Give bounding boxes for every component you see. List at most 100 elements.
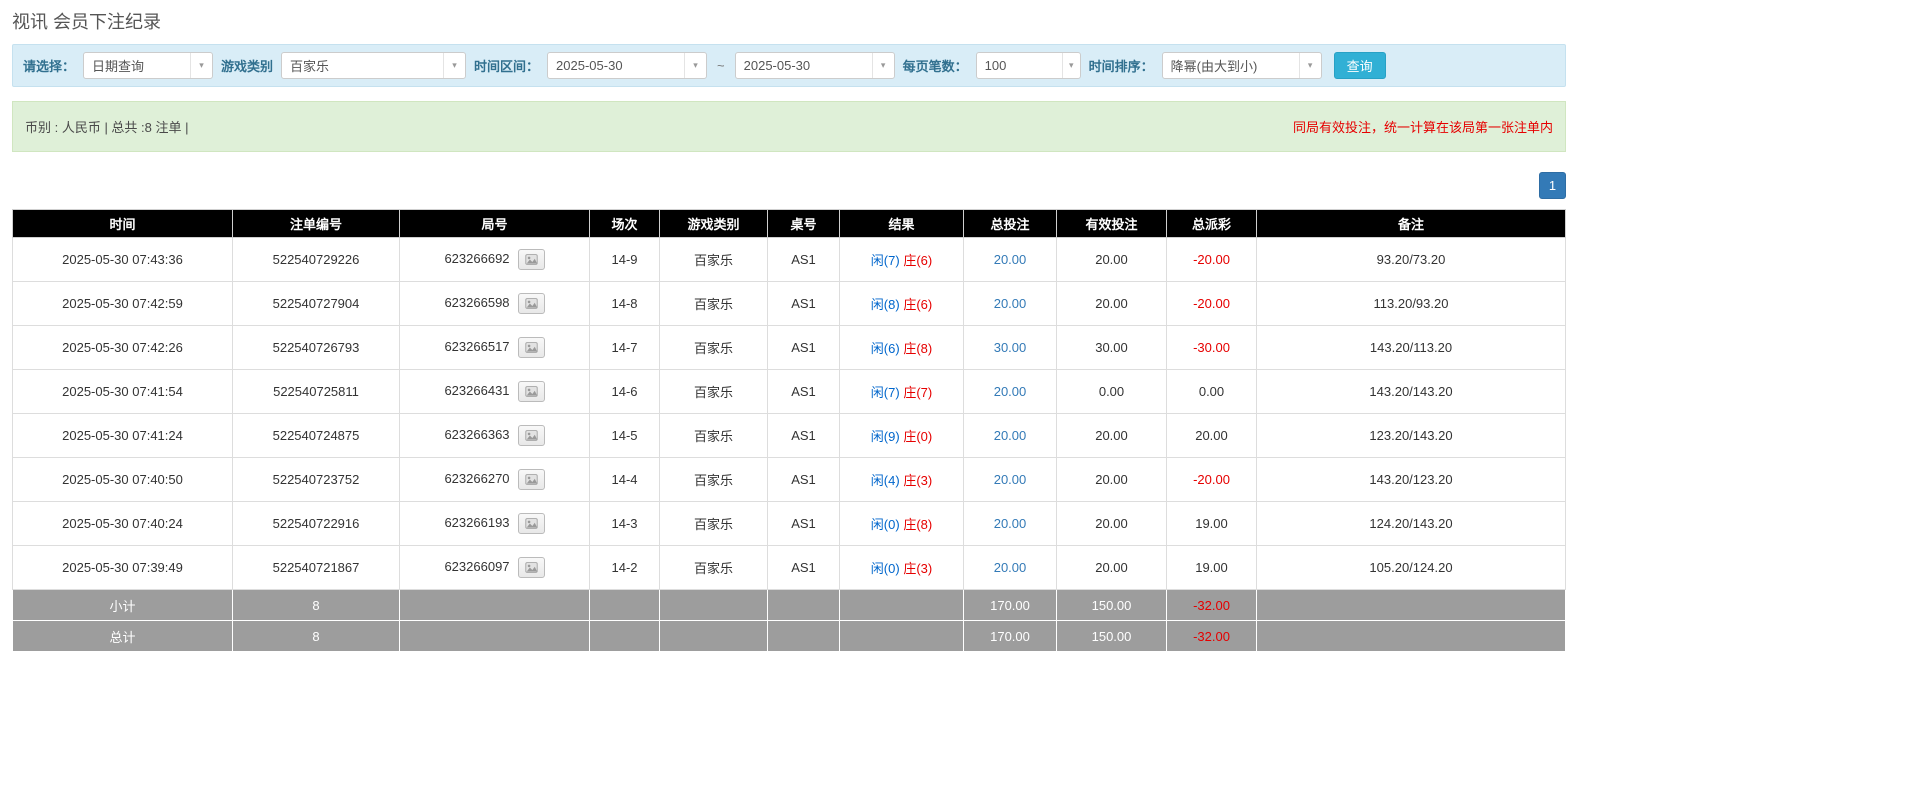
column-header: 有效投注	[1057, 210, 1167, 238]
cell-result: 闲(6) 庄(8)	[840, 326, 964, 370]
chevron-down-icon: ▾	[1062, 53, 1080, 78]
round-id-value: 623266692	[444, 251, 509, 266]
cell-remark: 143.20/143.20	[1257, 370, 1566, 414]
cell-round-id: 623266598	[400, 282, 590, 326]
result-player: 闲(6)	[871, 341, 900, 356]
page-size-combo[interactable]: ▾	[976, 52, 1081, 79]
result-image-button[interactable]	[518, 337, 545, 358]
result-image-button[interactable]	[518, 293, 545, 314]
result-banker: 庄(0)	[903, 429, 932, 444]
search-button[interactable]: 查询	[1334, 52, 1386, 79]
cell-payout: -20.00	[1167, 282, 1257, 326]
cell-round-id: 623266431	[400, 370, 590, 414]
cell-round-id: 623266097	[400, 546, 590, 590]
round-id-value: 623266363	[444, 427, 509, 442]
empty-cell	[590, 621, 660, 652]
total-bet-link[interactable]: 20.00	[994, 296, 1027, 311]
total-bet-link[interactable]: 20.00	[994, 560, 1027, 575]
empty-cell	[840, 590, 964, 621]
column-header: 游戏类别	[660, 210, 768, 238]
empty-cell	[840, 621, 964, 652]
round-id-value: 623266517	[444, 339, 509, 354]
cell-game-type: 百家乐	[660, 238, 768, 282]
cell-table-no: AS1	[768, 502, 840, 546]
cell-game-type: 百家乐	[660, 546, 768, 590]
cell-session: 14-6	[590, 370, 660, 414]
cell-valid-bet: 20.00	[1057, 282, 1167, 326]
total-label: 总计	[13, 621, 233, 652]
subtotal-payout: -32.00	[1167, 590, 1257, 621]
cell-valid-bet: 20.00	[1057, 502, 1167, 546]
total-count: 8	[233, 621, 400, 652]
table-row: 2025-05-30 07:43:36522540729226623266692…	[13, 238, 1566, 282]
page-title: 视讯 会员下注纪录	[12, 8, 1566, 34]
payout-value: -32.00	[1193, 598, 1230, 613]
column-header: 局号	[400, 210, 590, 238]
column-header: 时间	[13, 210, 233, 238]
result-image-button[interactable]	[518, 469, 545, 490]
total-valid-bet: 150.00	[1057, 621, 1167, 652]
cell-bet-id: 522540727904	[233, 282, 400, 326]
result-image-button[interactable]	[518, 249, 545, 270]
cell-table-no: AS1	[768, 458, 840, 502]
total-bet-link[interactable]: 20.00	[994, 516, 1027, 531]
cell-time: 2025-05-30 07:39:49	[13, 546, 233, 590]
column-header: 结果	[840, 210, 964, 238]
result-image-button[interactable]	[518, 513, 545, 534]
cell-game-type: 百家乐	[660, 458, 768, 502]
page-size-label: 每页笔数：	[903, 56, 968, 75]
empty-cell	[590, 590, 660, 621]
column-header: 总派彩	[1167, 210, 1257, 238]
column-header: 桌号	[768, 210, 840, 238]
cell-table-no: AS1	[768, 282, 840, 326]
sort-order-select[interactable]: 降幂(由大到小) ▾	[1162, 52, 1322, 79]
date-from-select[interactable]: 2025-05-30 ▾	[547, 52, 707, 79]
total-bet-link[interactable]: 20.00	[994, 472, 1027, 487]
game-type-label: 游戏类别	[221, 56, 273, 75]
pagination-page-1[interactable]: 1	[1539, 172, 1566, 199]
cell-round-id: 623266363	[400, 414, 590, 458]
date-to-select[interactable]: 2025-05-30 ▾	[735, 52, 895, 79]
sort-order-label: 时间排序：	[1089, 56, 1154, 75]
subtotal-total-bet: 170.00	[964, 590, 1057, 621]
empty-cell	[1257, 590, 1566, 621]
page-size-input[interactable]	[977, 53, 1062, 78]
cell-valid-bet: 20.00	[1057, 458, 1167, 502]
column-header: 场次	[590, 210, 660, 238]
result-image-button[interactable]	[518, 557, 545, 578]
query-type-value: 日期查询	[84, 56, 190, 75]
game-type-select[interactable]: 百家乐 ▾	[281, 52, 466, 79]
subtotal-row: 小计 8 170.00 150.00 -32.00	[13, 590, 1566, 621]
total-bet-link[interactable]: 20.00	[994, 428, 1027, 443]
query-type-select[interactable]: 日期查询 ▾	[83, 52, 213, 79]
payout-value: 19.00	[1195, 560, 1228, 575]
subtotal-valid-bet: 150.00	[1057, 590, 1167, 621]
payout-value: 19.00	[1195, 516, 1228, 531]
total-bet-link[interactable]: 20.00	[994, 384, 1027, 399]
cell-result: 闲(4) 庄(3)	[840, 458, 964, 502]
result-player: 闲(8)	[871, 297, 900, 312]
result-image-button[interactable]	[518, 381, 545, 402]
cell-result: 闲(0) 庄(3)	[840, 546, 964, 590]
summary-bar: 币别 : 人民币 | 总共 :8 注单 | 同局有效投注，统一计算在该局第一张注…	[12, 101, 1566, 152]
payout-value: 0.00	[1199, 384, 1224, 399]
filter-bar: 请选择： 日期查询 ▾ 游戏类别 百家乐 ▾ 时间区间： 2025-05-30 …	[12, 44, 1566, 87]
cell-payout: 0.00	[1167, 370, 1257, 414]
picture-icon	[525, 341, 538, 354]
column-header: 注单编号	[233, 210, 400, 238]
result-player: 闲(4)	[871, 473, 900, 488]
cell-game-type: 百家乐	[660, 326, 768, 370]
round-id-value: 623266270	[444, 471, 509, 486]
cell-table-no: AS1	[768, 238, 840, 282]
cell-game-type: 百家乐	[660, 502, 768, 546]
cell-bet-id: 522540729226	[233, 238, 400, 282]
cell-game-type: 百家乐	[660, 370, 768, 414]
cell-total-bet: 20.00	[964, 502, 1057, 546]
result-image-button[interactable]	[518, 425, 545, 446]
total-bet-link[interactable]: 30.00	[994, 340, 1027, 355]
cell-result: 闲(0) 庄(8)	[840, 502, 964, 546]
select-type-label: 请选择：	[23, 56, 75, 75]
total-bet-link[interactable]: 20.00	[994, 252, 1027, 267]
result-banker: 庄(3)	[903, 473, 932, 488]
picture-icon	[525, 429, 538, 442]
